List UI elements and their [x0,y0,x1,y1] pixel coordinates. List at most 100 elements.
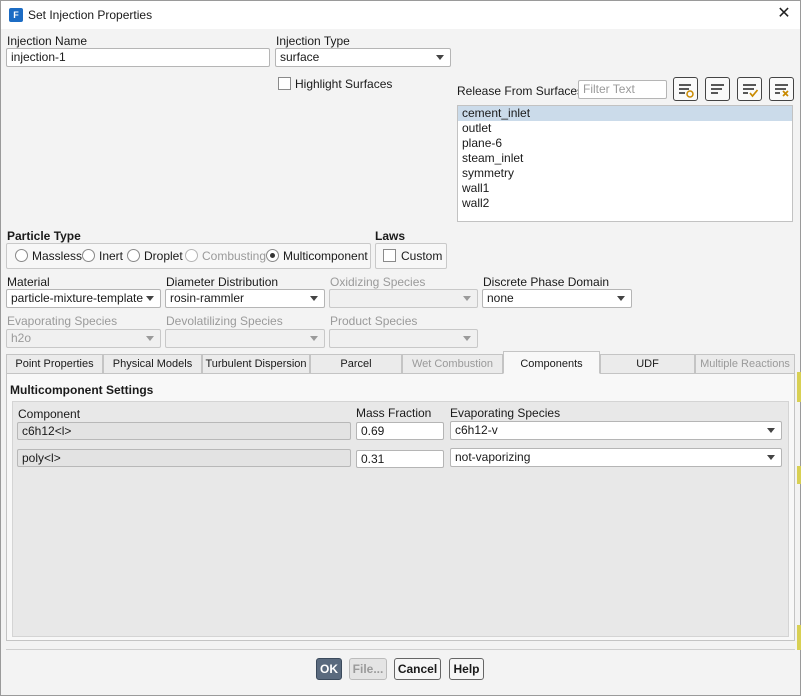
chevron-down-icon [617,296,625,301]
list-view-button[interactable] [705,77,730,101]
material-dropdown[interactable]: particle-mixture-template [6,289,161,308]
mass-fraction-input[interactable]: 0.31 [356,450,444,468]
radio-multicomponent-label: Multicomponent [283,249,368,263]
chevron-down-icon [310,336,318,341]
chevron-down-icon [767,455,775,460]
list-item[interactable]: steam_inlet [458,151,792,166]
oxidizing-species-dropdown [329,289,478,308]
chevron-down-icon [146,336,154,341]
highlight-surfaces-label: Highlight Surfaces [295,77,393,91]
tab-turbulent-dispersion[interactable]: Turbulent Dispersion [202,354,310,374]
filter-settings-icon [679,84,694,98]
component-name-cell: c6h12<l> [17,422,351,440]
background-window-edge [797,466,801,484]
component-evaporating-species-value: not-vaporizing [455,450,531,464]
evaporating-species-header: Evaporating Species [450,406,561,420]
custom-laws-checkbox[interactable] [383,249,396,262]
list-item[interactable]: wall2 [458,196,792,211]
release-surfaces-list[interactable]: cement_inlet outlet plane-6 steam_inlet symm… [457,105,793,222]
tab-multiple-reactions: Multiple Reactions [695,354,795,374]
injection-type-label: Injection Type [276,34,350,48]
fluent-app-icon: F [9,8,23,22]
tab-components[interactable]: Components [503,351,600,374]
list-item[interactable]: outlet [458,121,792,136]
devolatilizing-species-dropdown [165,329,325,348]
tab-udf[interactable]: UDF [600,354,695,374]
component-evaporating-species-value: c6h12-v [455,423,498,437]
radio-inert-label: Inert [99,249,124,263]
injection-name-input[interactable]: injection-1 [6,48,270,67]
chevron-down-icon [436,55,444,60]
component-evaporating-species-dropdown[interactable]: not-vaporizing [450,448,782,467]
select-all-button[interactable] [737,77,762,101]
tab-parcel[interactable]: Parcel [310,354,402,374]
tab-wet-combustion: Wet Combustion [402,354,503,374]
list-item[interactable]: symmetry [458,166,792,181]
window-title: Set Injection Properties [28,8,153,22]
radio-massless[interactable] [15,249,28,262]
button-separator [6,649,795,650]
evaporating-species-label: Evaporating Species [7,314,118,328]
injection-type-value: surface [280,50,320,64]
close-icon[interactable]: ✕ [773,4,795,26]
particle-type-label: Particle Type [7,229,81,243]
tab-bar: Point Properties Physical Models Turbule… [6,351,795,374]
highlight-surfaces-checkbox[interactable] [278,77,291,90]
radio-inert[interactable] [82,249,95,262]
product-species-dropdown [329,329,478,348]
custom-laws-label: Custom [401,249,443,263]
diameter-distribution-label: Diameter Distribution [166,275,279,289]
list-item[interactable]: plane-6 [458,136,792,151]
chevron-down-icon [310,296,318,301]
title-bar: F Set Injection Properties ✕ [1,1,800,29]
diameter-distribution-value: rosin-rammler [170,291,245,305]
radio-combusting [185,249,198,262]
filter-settings-button[interactable] [673,77,698,101]
component-evaporating-species-dropdown[interactable]: c6h12-v [450,421,782,440]
devolatilizing-species-label: Devolatilizing Species [166,314,283,328]
list-lines-icon [711,84,724,94]
help-button[interactable]: Help [449,658,484,680]
discrete-phase-domain-label: Discrete Phase Domain [483,275,610,289]
chevron-down-icon [463,336,471,341]
material-label: Material [7,275,50,289]
evaporating-species-dropdown: h2o [6,329,161,348]
deselect-all-icon [775,84,789,97]
radio-multicomponent[interactable] [266,249,279,262]
chevron-down-icon [463,296,471,301]
evaporating-species-value: h2o [11,331,32,345]
tab-physical-models[interactable]: Physical Models [103,354,202,374]
chevron-down-icon [146,296,154,301]
deselect-all-button[interactable] [769,77,794,101]
mass-fraction-header: Mass Fraction [356,406,432,420]
list-item[interactable]: wall1 [458,181,792,196]
release-from-surfaces-label: Release From Surfaces [457,84,584,98]
material-value: particle-mixture-template [11,291,144,305]
oxidizing-species-label: Oxidizing Species [330,275,426,289]
particle-type-group: Massless Inert Droplet Combusting Multic… [6,243,371,269]
component-header: Component [18,407,81,421]
diameter-distribution-dropdown[interactable]: rosin-rammler [165,289,325,308]
file-button: File... [349,658,387,680]
background-window-edge [797,372,801,402]
radio-combusting-label: Combusting [202,249,267,263]
tab-point-properties[interactable]: Point Properties [6,354,103,374]
discrete-phase-domain-dropdown[interactable]: none [482,289,632,308]
ok-button[interactable]: OK [316,658,342,680]
mass-fraction-input[interactable]: 0.69 [356,422,444,440]
injection-type-dropdown[interactable]: surface [275,48,451,67]
surface-filter-input[interactable]: Filter Text [578,80,667,99]
list-item[interactable]: cement_inlet [458,106,792,121]
injection-name-label: Injection Name [7,34,88,48]
discrete-phase-domain-value: none [487,291,514,305]
radio-droplet[interactable] [127,249,140,262]
select-all-icon [743,84,759,98]
product-species-label: Product Species [330,314,418,328]
laws-label: Laws [375,229,406,243]
radio-droplet-label: Droplet [144,249,183,263]
chevron-down-icon [767,428,775,433]
background-window-edge [797,625,801,650]
laws-group: Custom [375,243,447,269]
multicomponent-settings-title: Multicomponent Settings [10,383,154,397]
cancel-button[interactable]: Cancel [394,658,441,680]
